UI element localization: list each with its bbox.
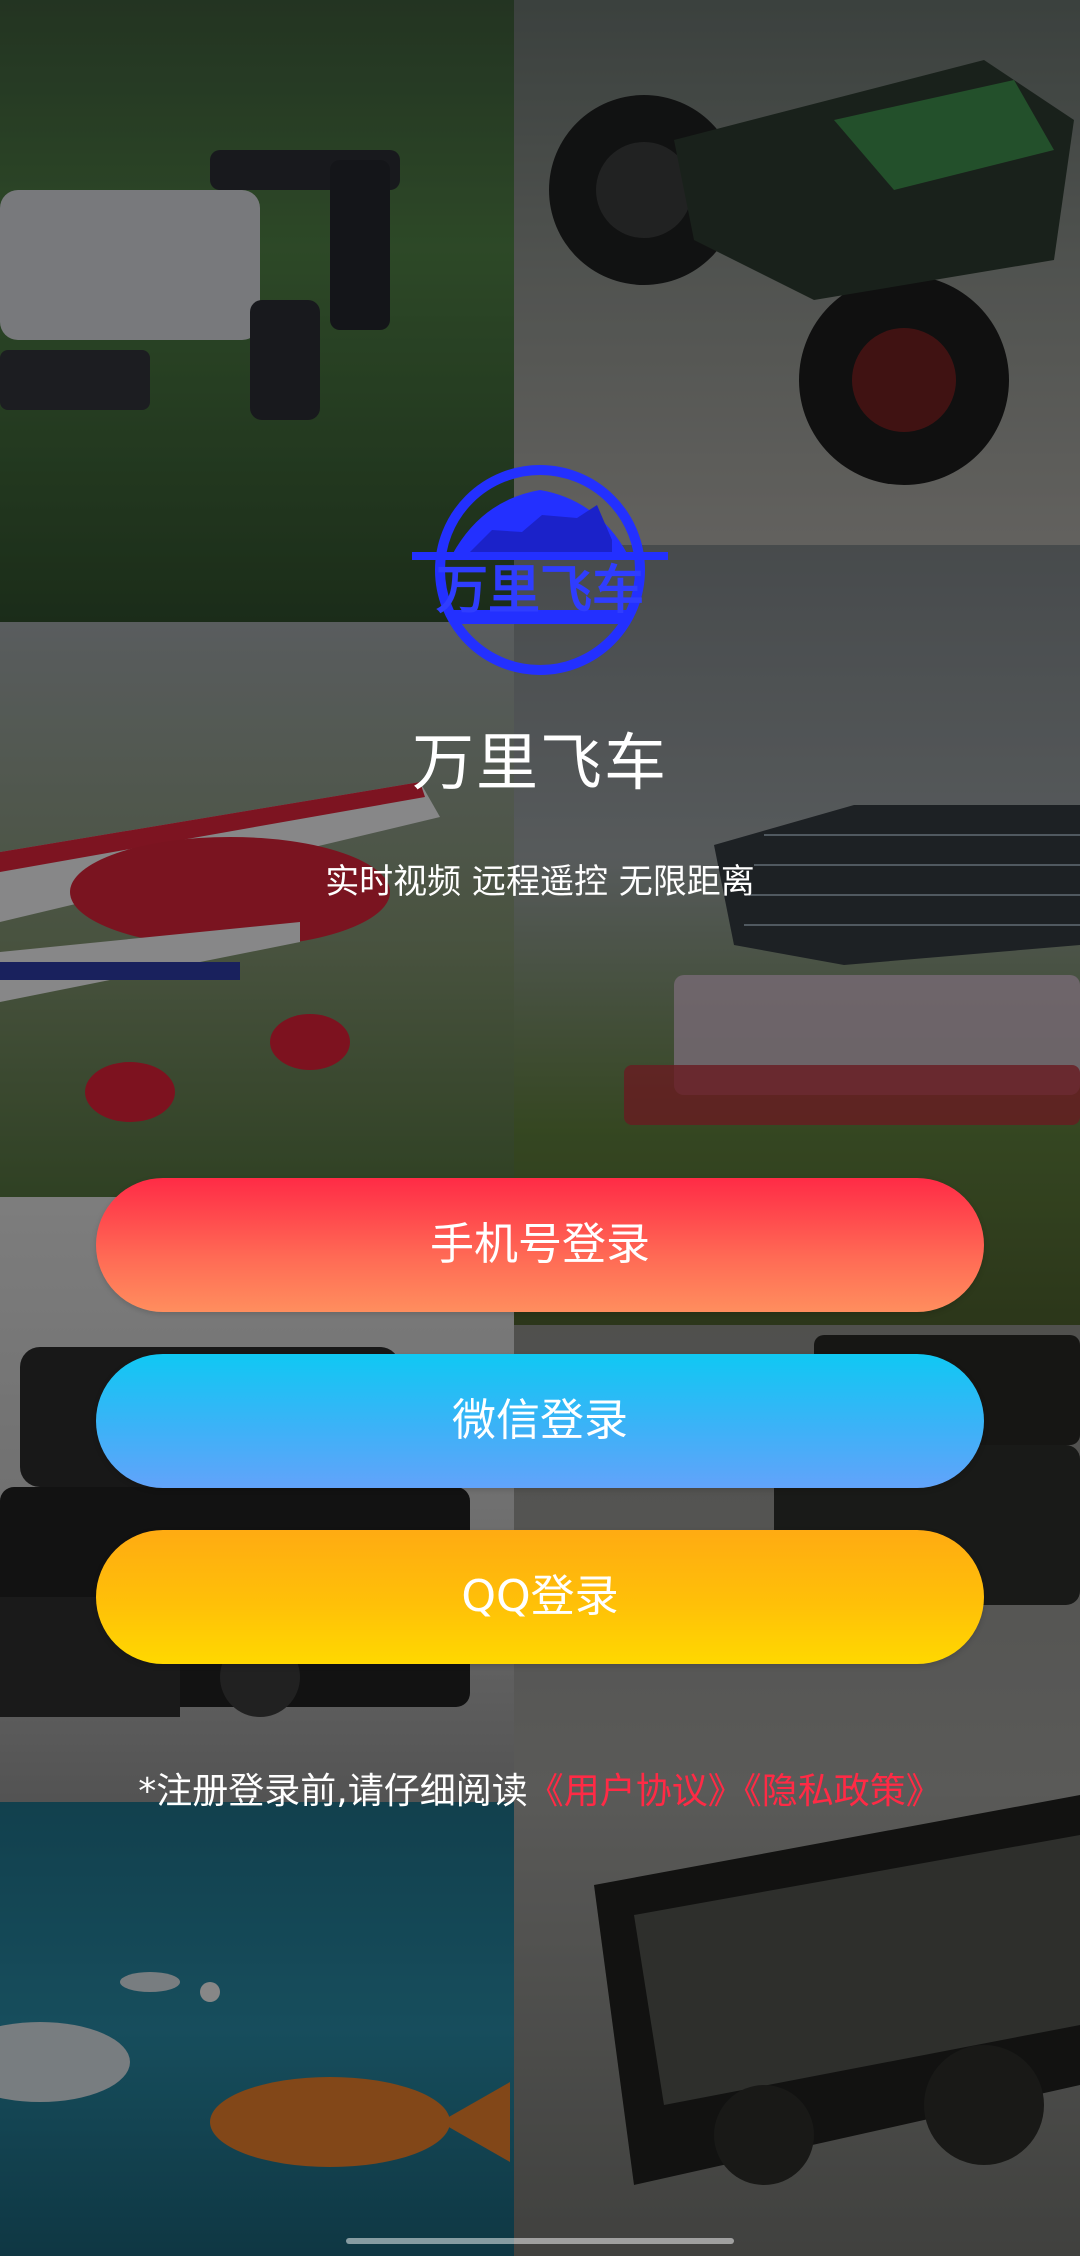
qq-login-button[interactable]: QQ登录 [96, 1530, 984, 1664]
agreement-prefix: *注册登录前,请仔细阅读 [138, 1771, 528, 1812]
phone-login-button[interactable]: 手机号登录 [96, 1178, 984, 1312]
wechat-login-button[interactable]: 微信登录 [96, 1354, 984, 1488]
app-subtitle: 实时视频 远程遥控 无限距离 [325, 862, 755, 902]
user-agreement-link[interactable]: 《用户协议》 [528, 1771, 744, 1812]
app-logo: 万里飞车 [412, 460, 668, 680]
home-indicator [346, 2238, 734, 2244]
agreement-notice: *注册登录前,请仔细阅读《用户协议》《隐私政策》 [0, 1762, 1080, 1814]
dark-overlay [0, 0, 1080, 2256]
app-title: 万里飞车 [411, 726, 668, 799]
logo-text: 万里飞车 [436, 561, 644, 621]
privacy-policy-link[interactable]: 《隐私政策》 [744, 1771, 942, 1812]
